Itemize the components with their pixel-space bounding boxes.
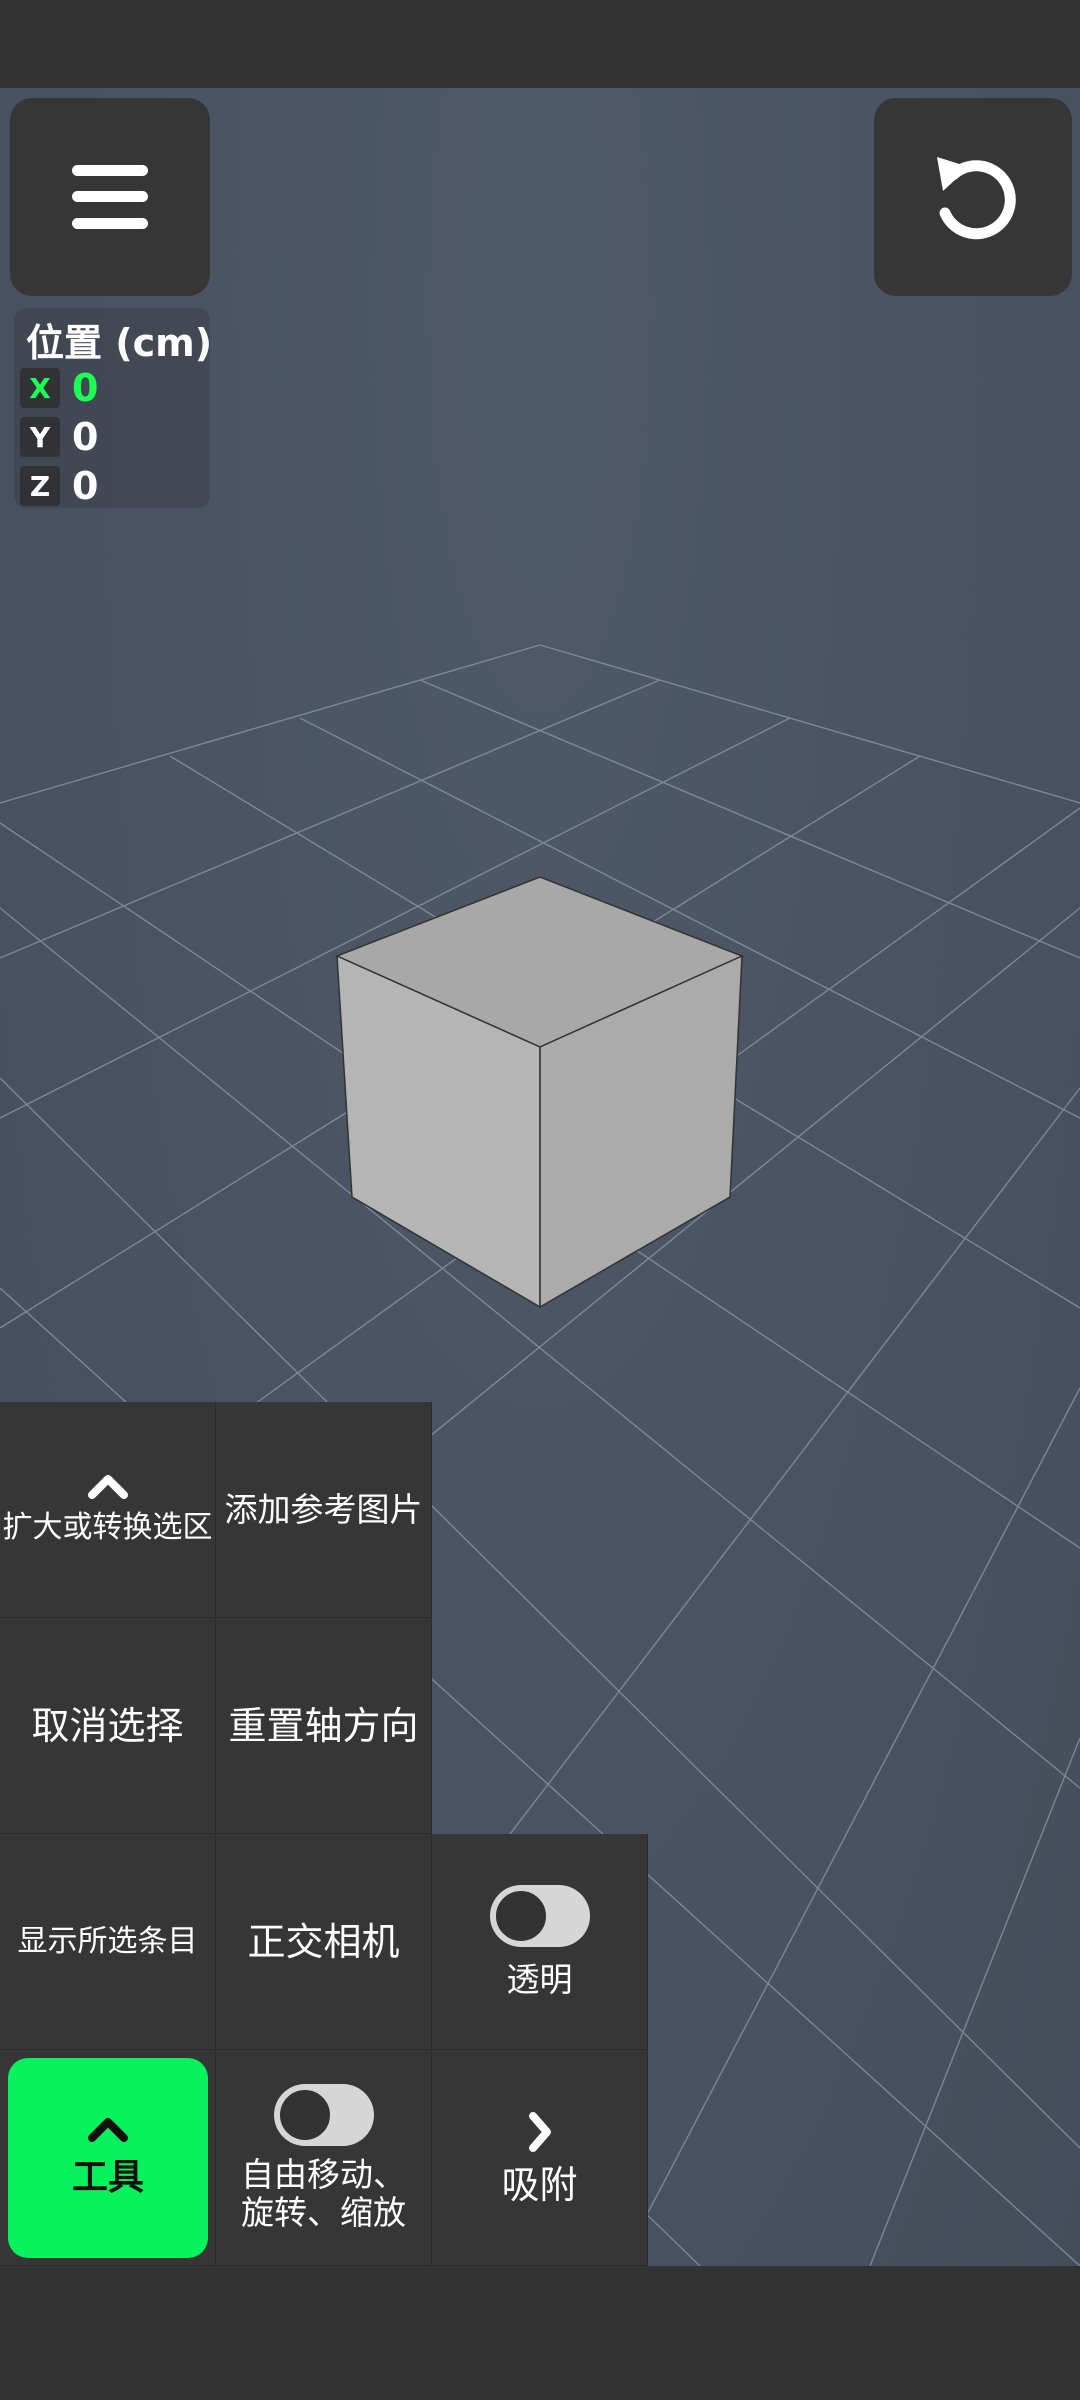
chevron-up-icon bbox=[88, 2118, 128, 2142]
undo-button[interactable] bbox=[874, 98, 1072, 296]
snap-label: 吸附 bbox=[501, 2162, 578, 2207]
toggle-knob bbox=[275, 2085, 334, 2144]
tools-label: 工具 bbox=[71, 2157, 144, 2198]
position-panel: 位置 (cm) X 0 Y 0 Z 0 bbox=[14, 308, 213, 508]
free-move-toggle[interactable] bbox=[273, 2083, 374, 2146]
add-reference-image-button[interactable]: 添加参考图片 bbox=[216, 1402, 432, 1618]
transparent-toggle-cell[interactable]: 透明 bbox=[432, 1834, 648, 2050]
orthographic-camera-button[interactable]: 正交相机 bbox=[216, 1834, 432, 2050]
show-selected-items-label: 显示所选条目 bbox=[17, 1923, 198, 1959]
status-bar bbox=[0, 0, 1080, 88]
position-z-row[interactable]: Z 0 bbox=[20, 464, 98, 508]
axis-z-value[interactable]: 0 bbox=[72, 464, 98, 508]
chevron-right-icon bbox=[528, 2111, 551, 2152]
position-y-row[interactable]: Y 0 bbox=[20, 415, 98, 459]
free-move-toggle-cell[interactable]: 自由移动、 旋转、缩放 bbox=[216, 2050, 432, 2266]
axis-z-label: Z bbox=[20, 466, 60, 506]
position-x-row[interactable]: X 0 bbox=[20, 366, 98, 410]
cube[interactable] bbox=[335, 876, 744, 1309]
transparent-toggle[interactable] bbox=[489, 1884, 590, 1947]
tools-button[interactable]: 工具 bbox=[8, 2058, 208, 2258]
hamburger-menu-icon bbox=[72, 165, 148, 229]
deselect-button[interactable]: 取消选择 bbox=[0, 1618, 216, 1834]
deselect-label: 取消选择 bbox=[31, 1703, 184, 1748]
axis-x-label: X bbox=[20, 368, 60, 408]
undo-icon bbox=[937, 157, 1016, 240]
orthographic-camera-label: 正交相机 bbox=[247, 1919, 400, 1964]
free-move-label-line1: 自由移动、 bbox=[241, 2154, 406, 2194]
bottom-bar bbox=[0, 2266, 1080, 2400]
show-selected-items-button[interactable]: 显示所选条目 bbox=[0, 1834, 216, 2050]
axis-y-label: Y bbox=[20, 417, 60, 457]
expand-convert-selection-button[interactable]: 扩大或转换选区 bbox=[0, 1402, 216, 1618]
axis-x-value[interactable]: 0 bbox=[72, 366, 98, 410]
add-reference-image-label: 添加参考图片 bbox=[224, 1489, 423, 1529]
app-root: 位置 (cm) X 0 Y 0 Z 0 扩大或转换选区 添加参考图片 取消选择 … bbox=[0, 0, 1080, 2400]
expand-convert-selection-label: 扩大或转换选区 bbox=[2, 1509, 213, 1545]
chevron-up-icon bbox=[87, 1474, 128, 1499]
reset-axis-direction-label: 重置轴方向 bbox=[228, 1703, 419, 1748]
transparent-label: 透明 bbox=[506, 1959, 573, 1999]
menu-button[interactable] bbox=[10, 98, 210, 296]
position-title: 位置 (cm) bbox=[26, 321, 213, 365]
free-move-label-line2: 旋转、缩放 bbox=[241, 2192, 406, 2232]
snap-button[interactable]: 吸附 bbox=[432, 2050, 648, 2266]
axis-y-value[interactable]: 0 bbox=[72, 415, 98, 459]
toggle-knob bbox=[491, 1886, 550, 1945]
reset-axis-direction-button[interactable]: 重置轴方向 bbox=[216, 1618, 432, 1834]
